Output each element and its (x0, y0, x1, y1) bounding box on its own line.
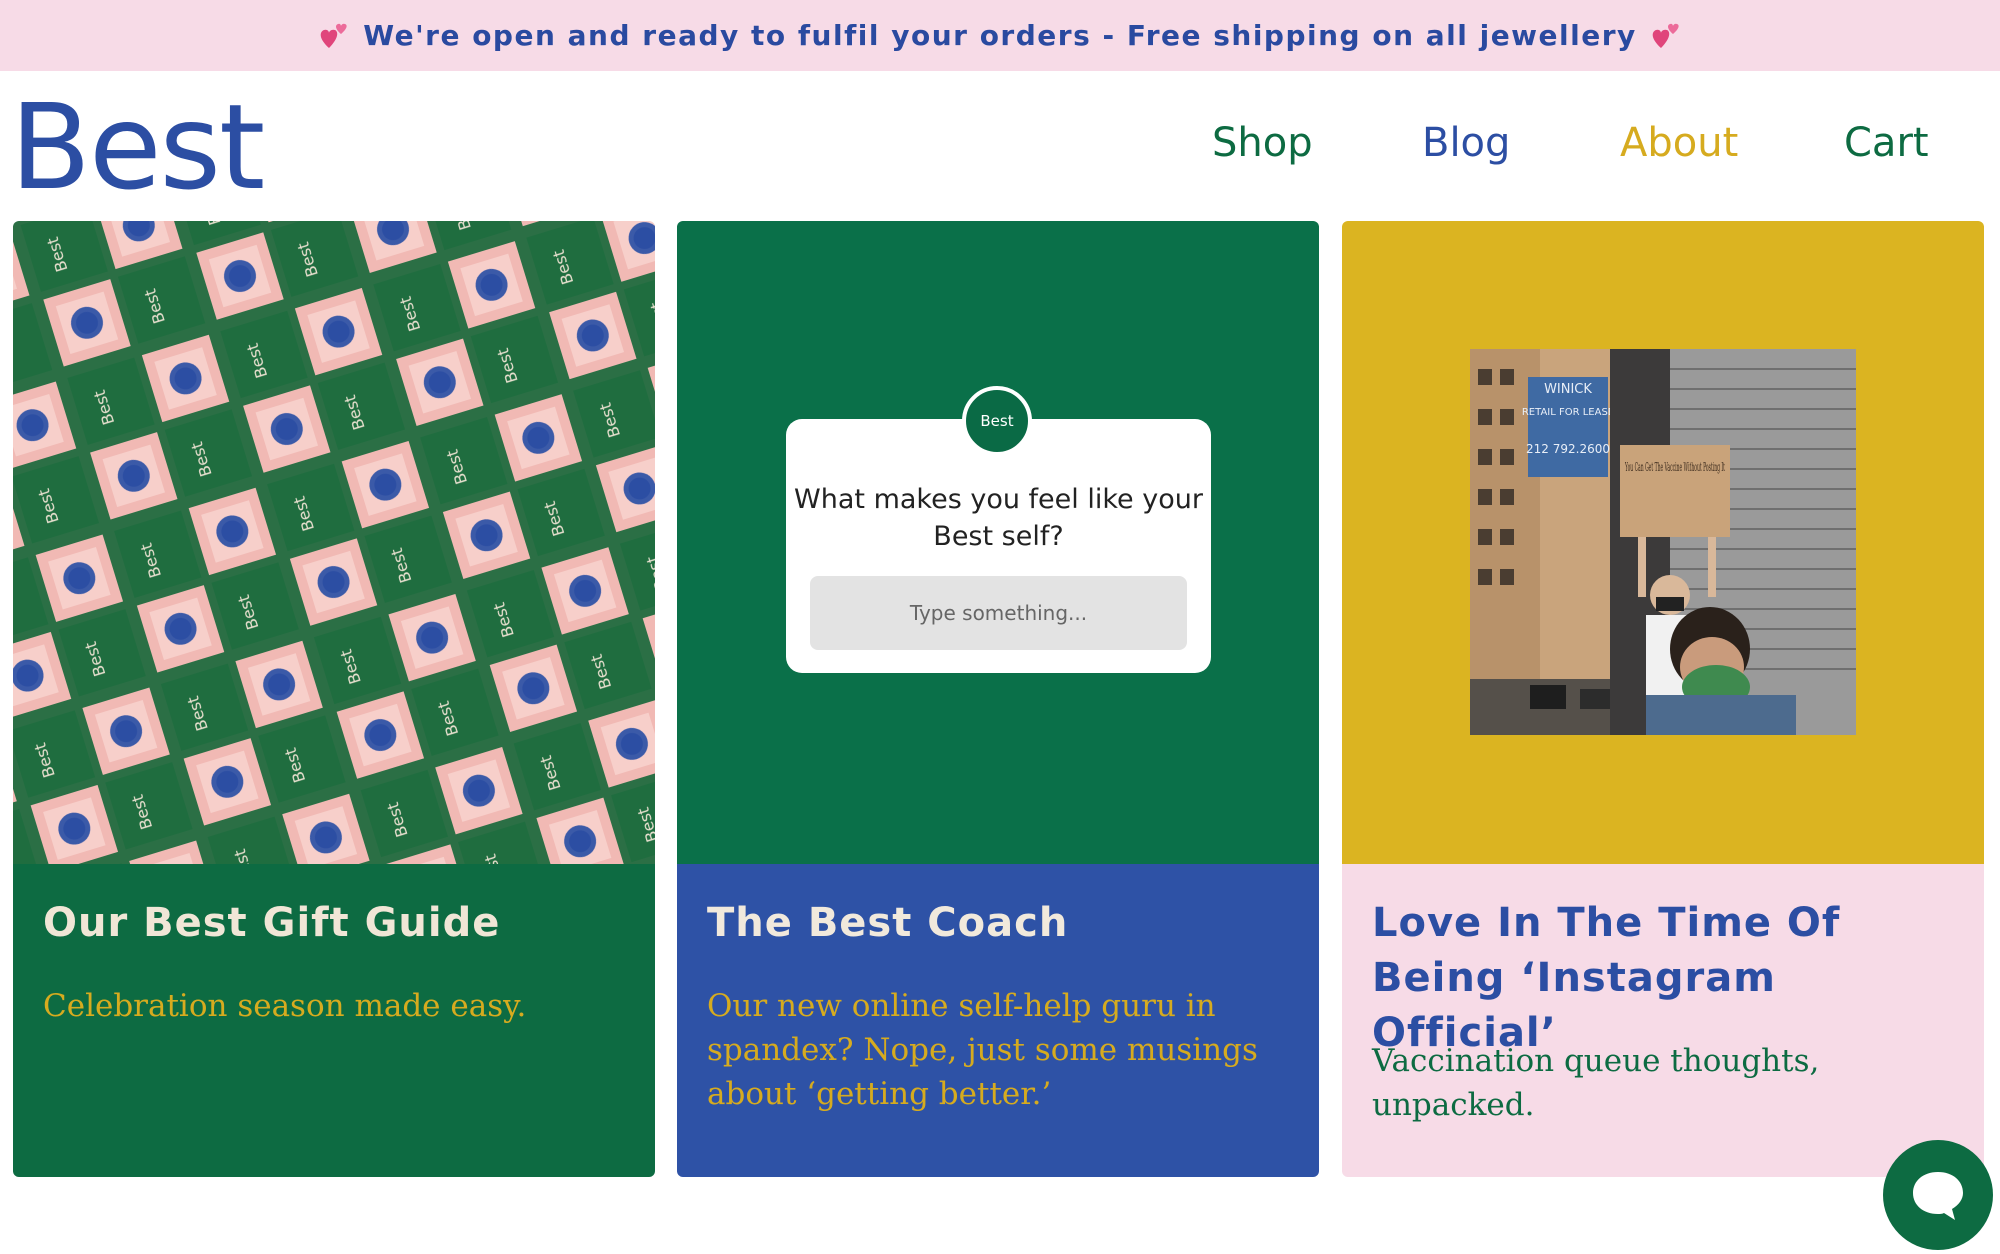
card-title[interactable]: The Best Coach (707, 896, 1289, 951)
card-body: Our Best Gift Guide Celebration season m… (13, 864, 655, 1177)
article-card-gift-guide[interactable]: Best Best Our Best Gift Guide Celebratio… (13, 221, 655, 1177)
article-card-best-coach[interactable]: What makes you feel like your Best self?… (677, 221, 1319, 1177)
gift-boxes-image: Best Best (13, 221, 655, 864)
protest-sign-text: You Can Get The Vaccine Without Posting … (1625, 460, 1725, 474)
card-body: The Best Coach Our new online self-help … (677, 864, 1319, 1177)
card-subtitle: Celebration season made easy. (43, 988, 527, 1024)
lease-sign-text: RETAIL FOR LEASE (1522, 407, 1614, 418)
poll-card: What makes you feel like your Best self?… (786, 419, 1211, 673)
article-card-instagram-official[interactable]: WINICK RETAIL FOR LEASE 212 792.2600 You… (1342, 221, 1984, 1177)
card-title[interactable]: Our Best Gift Guide (43, 896, 625, 951)
card-image: WINICK RETAIL FOR LEASE 212 792.2600 You… (1342, 221, 1984, 864)
nav-cart[interactable]: Cart (1844, 120, 1929, 166)
lease-number-text: 212 792.2600 (1526, 442, 1610, 456)
card-subtitle: Vaccination queue thoughts, unpacked. (1372, 1043, 1820, 1123)
poll-input-placeholder: Type something... (810, 576, 1187, 650)
chat-button[interactable] (1883, 1140, 1993, 1250)
card-body: Love In The Time Of Being ‘Instagram Off… (1342, 864, 1984, 1177)
two-hearts-icon (320, 23, 347, 48)
poll-sticker-image: What makes you feel like your Best self?… (677, 221, 1319, 864)
chat-bubble-icon (1913, 1172, 1963, 1220)
building-sign-text: WINICK (1544, 382, 1592, 397)
avatar: Best (962, 386, 1032, 456)
nav-shop[interactable]: Shop (1212, 120, 1313, 166)
nav-blog[interactable]: Blog (1422, 120, 1510, 166)
street-photo: WINICK RETAIL FOR LEASE 212 792.2600 You… (1470, 349, 1856, 735)
announcement-bar: We're open and ready to fulfil your orde… (0, 0, 2000, 71)
site-logo[interactable]: Best (10, 88, 265, 206)
two-hearts-icon (1652, 23, 1679, 48)
nav-about[interactable]: About (1620, 120, 1738, 166)
card-subtitle: Our new online self-help guru in spandex… (707, 988, 1258, 1112)
card-title[interactable]: Love In The Time Of Being ‘Instagram Off… (1372, 896, 1954, 1061)
announcement-text: We're open and ready to fulfil your orde… (363, 19, 1637, 52)
poll-question: What makes you feel like your Best self? (794, 484, 1203, 552)
